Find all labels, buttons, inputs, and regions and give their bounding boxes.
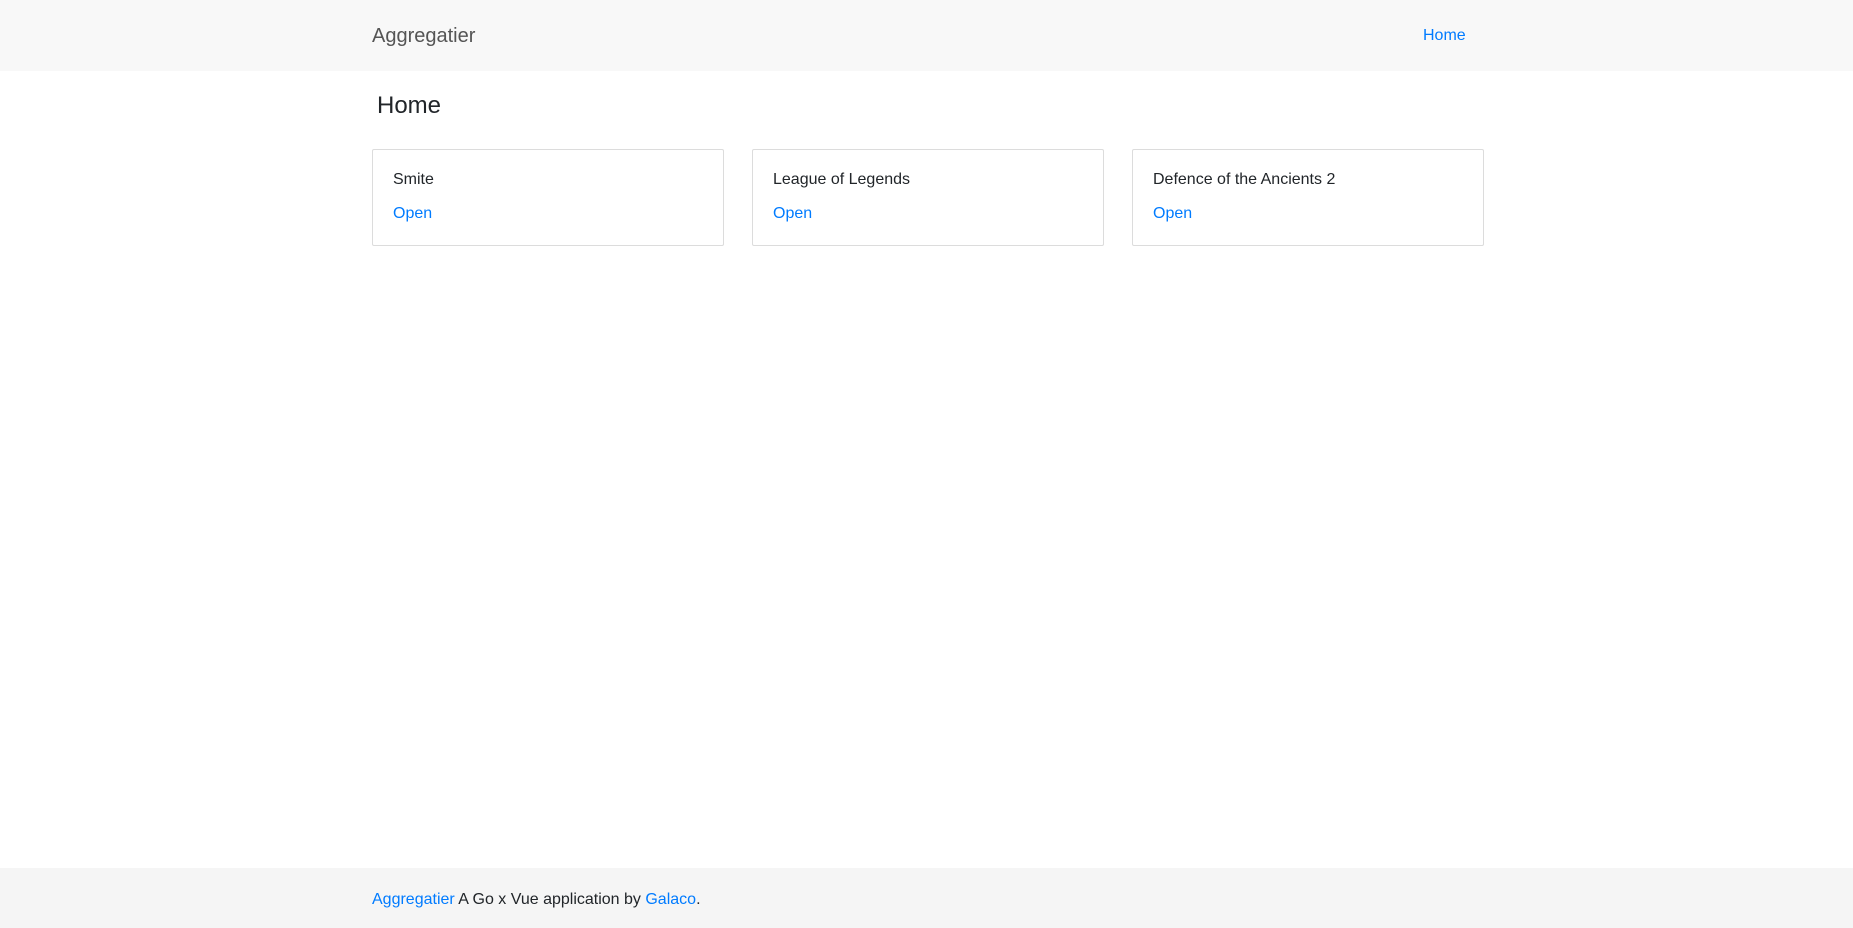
footer-author-link[interactable]: Galaco	[645, 891, 696, 908]
brand-link[interactable]: Aggregatier	[372, 24, 475, 48]
footer-period: .	[696, 891, 701, 908]
footer-brand-link[interactable]: Aggregatier	[372, 891, 455, 908]
card-open-link[interactable]: Open	[1153, 205, 1192, 223]
footer-text: Aggregatier A Go x Vue application by Ga…	[372, 891, 701, 909]
game-card-dota-2: Defence of the Ancients 2 Open	[1132, 149, 1484, 246]
card-title: Smite	[393, 171, 434, 188]
game-card-league-of-legends: League of Legends Open	[752, 149, 1104, 246]
game-card-smite: Smite Open	[372, 149, 724, 246]
top-navbar: Aggregatier Home	[0, 0, 1853, 71]
footer-description: A Go x Vue application by	[454, 891, 646, 908]
page-title: Home	[377, 92, 442, 119]
card-open-link[interactable]: Open	[773, 205, 812, 223]
footer: Aggregatier A Go x Vue application by Ga…	[0, 868, 1853, 928]
card-open-link[interactable]: Open	[393, 205, 432, 223]
card-title: League of Legends	[773, 171, 911, 188]
nav-home-link[interactable]: Home	[1423, 27, 1466, 45]
game-card-list: Smite Open League of Legends Open Defenc…	[372, 149, 1484, 246]
card-title: Defence of the Ancients 2	[1153, 171, 1336, 188]
